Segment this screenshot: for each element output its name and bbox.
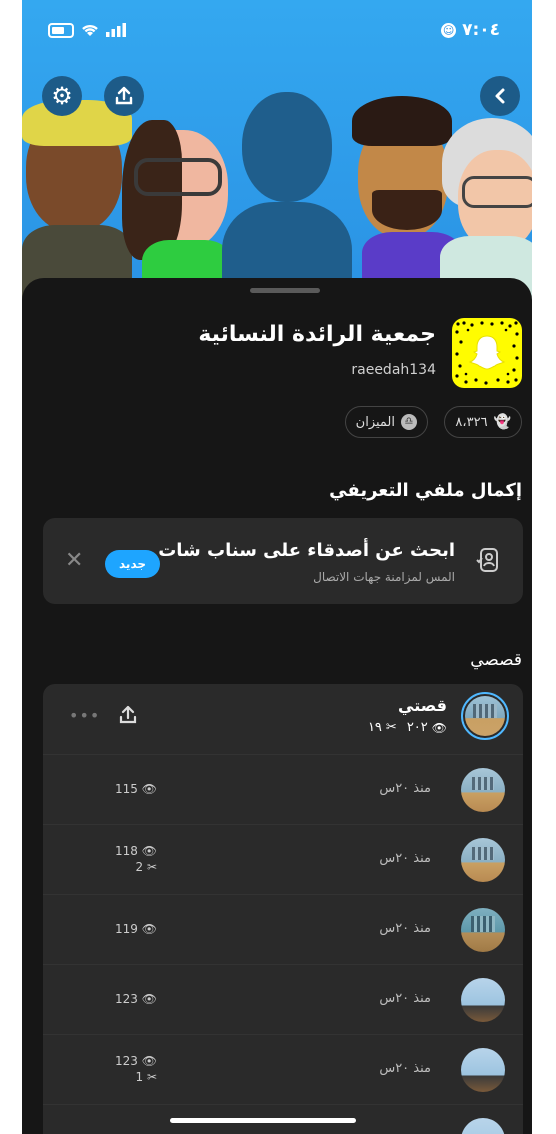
stories-list: قصتي 👁 ٢٠٢ ✂ ١٩ ••• منذ ٢٠س 115 👁 منذ ٢٠… [43, 684, 523, 1134]
profile-header: ☺ ٧:٠٤ ⚙ [22, 0, 532, 300]
snap-views: 118 [115, 844, 138, 858]
story-snap-row[interactable]: منذ ٢٠س 119 👁 [43, 894, 523, 965]
snap-stats: 119 👁 [103, 921, 157, 937]
phone-screen: ☺ ٧:٠٤ ⚙ جمعية الرائدة النسائية raeedah1… [0, 0, 556, 1134]
my-stories-heading: قصصي [470, 650, 522, 670]
snap-stats: 118 👁 2 ✂ [103, 843, 157, 875]
snap-thumbnail [461, 978, 505, 1022]
home-indicator[interactable] [170, 1118, 356, 1123]
snap-stats: 123 👁 [103, 991, 157, 1007]
snap-views: 123 [115, 992, 138, 1006]
ghost-icon: 👻 [493, 414, 511, 430]
snap-stats: 115 👁 [103, 781, 157, 797]
snap-time: منذ ٢٠س [379, 781, 431, 796]
status-icons [48, 22, 130, 38]
eye-icon: 👁 [431, 720, 447, 735]
find-friends-title: ابحث عن أصدقاء على سناب شات [158, 540, 455, 561]
snap-shares: 1 [135, 1070, 144, 1084]
story-snap-row[interactable]: منذ ٢٠س 123 👁 1 ✂ [43, 1034, 523, 1105]
my-story-title: قصتي [398, 696, 447, 715]
snapcode-image [455, 321, 519, 385]
eye-icon: 👁 [141, 782, 157, 796]
status-time: ٧:٠٤ [462, 20, 500, 40]
eye-icon: 👁 [141, 922, 157, 936]
my-story-shares: ١٩ [367, 720, 382, 735]
snap-thumbnail [461, 768, 505, 812]
screenshot-share-icon: ✂ [385, 720, 397, 735]
username: raeedah134 [351, 362, 436, 378]
share-story-button[interactable] [117, 704, 139, 730]
my-story-views: ٢٠٢ [406, 720, 428, 735]
story-snap-row[interactable]: منذ ٢٠س 118 👁 2 ✂ [43, 824, 523, 895]
zodiac-label: الميزان [355, 414, 395, 430]
snap-shares: 2 [135, 860, 144, 874]
status-time-group: ☺ ٧:٠٤ [441, 20, 500, 40]
drag-handle[interactable] [250, 288, 320, 293]
share-icon [119, 705, 137, 724]
snap-views: 115 [115, 782, 138, 796]
my-story-thumb [461, 692, 509, 740]
screenshot-share-icon: ✂ [146, 1070, 157, 1084]
chevron-left-icon [495, 88, 505, 104]
snap-views: 119 [115, 922, 138, 936]
snap-score: ٨،٣٢٦ [455, 414, 488, 430]
app-screen: ☺ ٧:٠٤ ⚙ جمعية الرائدة النسائية raeedah1… [22, 0, 532, 1134]
complete-profile-heading: إكمال ملفي التعريفي [329, 480, 522, 501]
snap-stats: 123 👁 1 ✂ [103, 1053, 157, 1085]
snap-thumbnail [461, 838, 505, 882]
signal-icon [106, 23, 126, 37]
more-icon: ••• [69, 706, 101, 725]
battery-icon [48, 22, 74, 38]
gear-icon: ⚙ [51, 82, 73, 110]
snap-thumbnail [461, 1118, 505, 1134]
snapcode[interactable] [452, 318, 522, 388]
snap-thumbnail [461, 908, 505, 952]
zodiac-chip[interactable]: ♎ الميزان [344, 406, 428, 438]
own-avatar-silhouette [222, 92, 352, 300]
profile-sheet: جمعية الرائدة النسائية raeedah134 👻 ٨،٣٢… [22, 278, 532, 1134]
eye-icon: 👁 [141, 844, 157, 858]
my-story-stats: 👁 ٢٠٢ ✂ ١٩ [368, 720, 447, 735]
snap-time: منذ ٢٠س [379, 921, 431, 936]
contacts-sync-icon [476, 548, 498, 572]
screenshot-share-icon: ✂ [146, 860, 157, 874]
share-profile-button[interactable] [104, 76, 144, 116]
settings-button[interactable]: ⚙ [42, 76, 82, 116]
status-bar: ☺ ٧:٠٤ [22, 20, 532, 50]
eye-icon: 👁 [141, 992, 157, 1006]
new-badge: جديد [105, 550, 161, 578]
snap-time: منذ ٢٠س [379, 991, 431, 1006]
share-icon [115, 86, 133, 105]
snap-thumbnail [461, 1048, 505, 1092]
story-snap-row[interactable]: منذ ٢٠س 123 👁 [43, 964, 523, 1035]
dismiss-card-button[interactable]: ✕ [65, 548, 83, 573]
snap-time: منذ ٢٠س [379, 1061, 431, 1076]
eye-icon: 👁 [141, 1054, 157, 1068]
snap-time: منذ ٢٠س [379, 851, 431, 866]
my-story-row[interactable]: قصتي 👁 ٢٠٢ ✂ ١٩ ••• [43, 684, 523, 754]
libra-icon: ♎ [401, 414, 417, 430]
more-options-button[interactable]: ••• [69, 706, 100, 725]
smiley-icon: ☺ [441, 22, 457, 38]
snap-score-chip[interactable]: 👻 ٨،٣٢٦ [444, 406, 522, 438]
close-icon: ✕ [65, 548, 84, 573]
display-name: جمعية الرائدة النسائية [198, 322, 436, 347]
find-friends-subtitle: المس لمزامنة جهات الاتصال [313, 570, 455, 584]
wifi-icon [82, 24, 98, 36]
story-snap-row[interactable]: منذ ٢٠س 115 👁 [43, 754, 523, 825]
back-button[interactable] [480, 76, 520, 116]
snap-views: 123 [115, 1054, 138, 1068]
find-friends-card[interactable]: ابحث عن أصدقاء على سناب شات المس لمزامنة… [43, 518, 523, 604]
